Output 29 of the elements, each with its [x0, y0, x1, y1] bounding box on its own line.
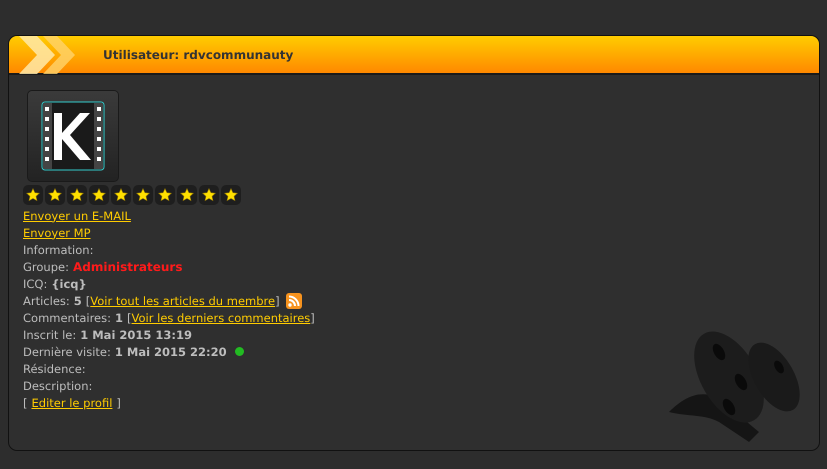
field-label: Inscrit le: — [23, 328, 76, 342]
field-value: 1 Mai 2015 22:20 — [114, 344, 227, 358]
profile-link[interactable]: Editer le profil — [32, 396, 112, 410]
bracket: [ — [86, 294, 90, 308]
profile-link[interactable]: Envoyer MP — [23, 224, 805, 241]
field-label: Groupe: — [23, 260, 69, 274]
field-label: Dernière visite: — [23, 344, 111, 358]
field-label: Articles: — [23, 294, 70, 308]
field-value: 1 Mai 2015 13:19 — [80, 328, 192, 342]
bracket: ] — [310, 310, 315, 324]
profile-link[interactable]: Voir les derniers commentaires — [132, 310, 310, 324]
bracket: [ — [127, 310, 132, 324]
field-value: 5 — [74, 294, 82, 308]
group-value: Administrateurs — [72, 260, 182, 274]
bracket: ] — [116, 396, 121, 410]
film-letter-icon — [41, 101, 105, 171]
field-label: ICQ: — [23, 276, 48, 290]
field-value: {icq} — [51, 276, 87, 290]
rss-icon[interactable] — [286, 292, 302, 308]
field-label: Information: — [23, 242, 94, 256]
field-label: Description: — [23, 378, 92, 392]
panel-title: Utilisateur: rdvcommunauty — [103, 48, 294, 62]
field-label: Commentaires: — [23, 310, 112, 324]
field-value: 1 — [115, 310, 124, 324]
profile-link[interactable]: Voir tout les articles du membre — [90, 294, 276, 308]
field-label: Résidence: — [23, 362, 86, 376]
bracket: ] — [275, 294, 280, 308]
bracket: [ — [23, 396, 28, 410]
profile-link[interactable]: Envoyer un E-MAIL — [23, 207, 805, 224]
